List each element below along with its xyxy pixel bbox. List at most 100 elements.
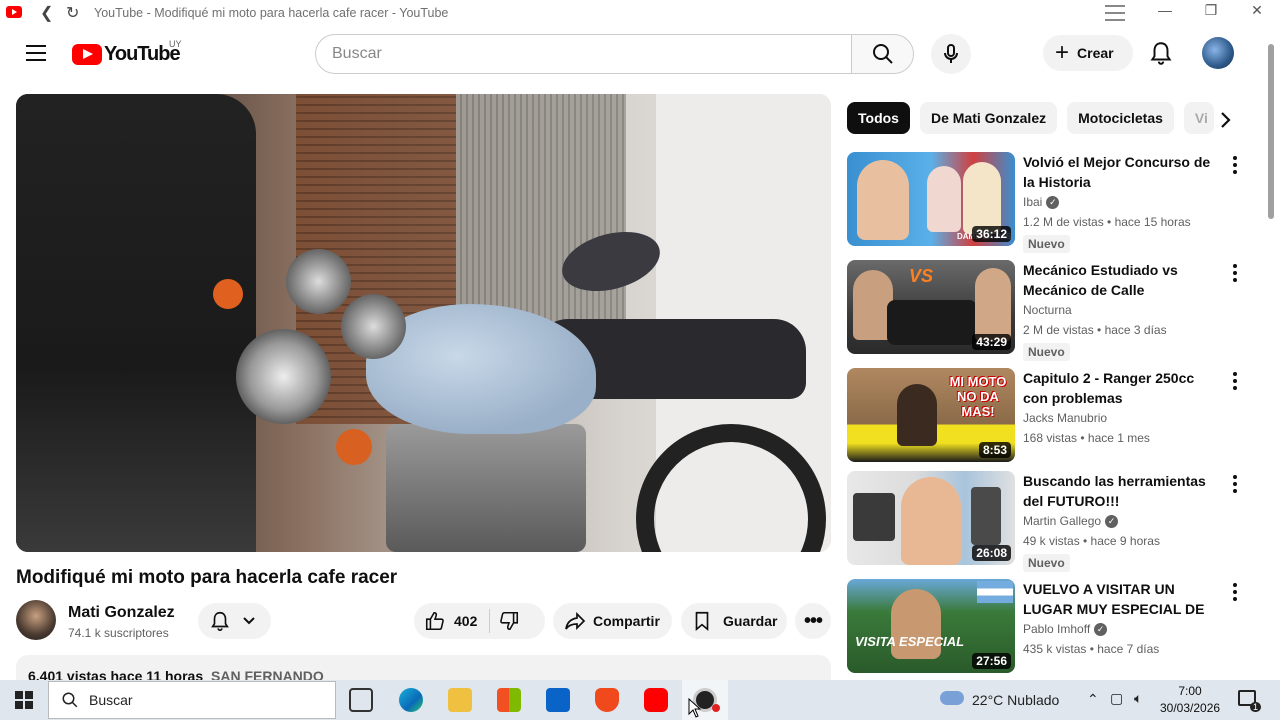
recording-dot-icon: [712, 704, 720, 712]
share-button[interactable]: Compartir: [553, 603, 672, 639]
more-vert-icon[interactable]: [1233, 583, 1237, 601]
channel-name[interactable]: Mati Gonzalez: [68, 604, 175, 622]
search-input[interactable]: Buscar: [315, 34, 852, 74]
bookmark-icon: [695, 611, 709, 632]
chip-todos[interactable]: Todos: [847, 102, 910, 134]
search-placeholder: Buscar: [332, 45, 382, 62]
voice-search-button[interactable]: [931, 34, 971, 74]
more-vert-icon[interactable]: [1233, 156, 1237, 174]
recommendation-item[interactable]: DAME LA PAS 36:12 Volvió el Mejor Concur…: [847, 152, 1242, 253]
youtube-logo[interactable]: YouTube: [72, 43, 181, 66]
recommendation-meta: 1.2 M de vistas • hace 15 horas: [1023, 215, 1191, 229]
thumbnail-text: VISITA ESPECIAL: [855, 634, 965, 649]
video-thumbnail[interactable]: VS 43:29: [847, 260, 1015, 354]
channel-label: Jacks Manubrio: [1023, 411, 1108, 425]
recommendation-meta: 49 k vistas • hace 9 horas: [1023, 534, 1160, 548]
share-arrow-icon: [565, 611, 586, 631]
video-frame-turn-signal: [213, 279, 243, 309]
create-button[interactable]: + Crear: [1043, 35, 1133, 71]
thumbnail-text: VS: [909, 266, 934, 286]
more-vert-icon[interactable]: [1233, 372, 1237, 390]
brave-browser-icon[interactable]: [595, 688, 619, 712]
youtube-logo-icon: [72, 44, 102, 65]
recommendation-title[interactable]: Volvió el Mejor Concurso de la Historia: [1023, 152, 1221, 192]
close-icon[interactable]: ✕: [1242, 2, 1272, 19]
recommendation-item[interactable]: 26:08 Buscando las herramientas del FUTU…: [847, 471, 1242, 572]
share-label: Compartir: [593, 613, 660, 629]
chevron-right-icon[interactable]: [1213, 108, 1237, 132]
verified-check-icon: ✓: [1105, 514, 1119, 528]
subscription-bell-button[interactable]: [198, 603, 271, 639]
back-arrow-icon[interactable]: ❮: [40, 3, 53, 23]
notifications-bell-icon[interactable]: [1148, 40, 1174, 66]
video-frame-engine: [386, 424, 586, 552]
file-explorer-icon[interactable]: [448, 688, 472, 712]
create-label: Crear: [1077, 45, 1114, 61]
channel-label: Pablo Imhoff: [1023, 622, 1091, 636]
save-button[interactable]: Guardar: [681, 603, 787, 639]
network-icon[interactable]: ▢: [1110, 690, 1123, 707]
video-frame-gauge: [286, 249, 351, 314]
video-title: Modifiqué mi moto para hacerla cafe race…: [16, 567, 398, 588]
windows-start-icon[interactable]: [15, 691, 33, 709]
recommendation-channel[interactable]: Pablo Imhoff ✓: [1023, 622, 1108, 636]
video-thumbnail[interactable]: MI MOTO NO DA MAS! 8:53: [847, 368, 1015, 462]
more-vert-icon[interactable]: [1233, 475, 1237, 493]
recommendation-item[interactable]: VISITA ESPECIAL 27:56 VUELVO A VISITAR U…: [847, 579, 1242, 674]
thumbs-down-icon[interactable]: [498, 610, 520, 632]
channel-avatar[interactable]: [16, 600, 56, 640]
recommendation-meta: 168 vistas • hace 1 mes: [1023, 431, 1150, 445]
new-badge: Nuevo: [1023, 235, 1070, 253]
recommendation-channel[interactable]: Martin Gallego ✓: [1023, 514, 1119, 528]
thumbnail-text: MI MOTO NO DA MAS!: [949, 374, 1007, 419]
save-label: Guardar: [723, 613, 778, 629]
guide-menu-icon[interactable]: [26, 45, 46, 61]
browser-menu-icon[interactable]: [1105, 5, 1125, 21]
recommendation-title[interactable]: Capitulo 2 - Ranger 250cc con problemas: [1023, 368, 1221, 408]
restore-icon[interactable]: ❐: [1196, 2, 1226, 19]
chip-partial[interactable]: Vi: [1183, 102, 1214, 134]
video-thumbnail[interactable]: VISITA ESPECIAL 27:56: [847, 579, 1015, 673]
recommendation-item[interactable]: MI MOTO NO DA MAS! 8:53 Capitulo 2 - Ran…: [847, 368, 1242, 463]
new-badge: Nuevo: [1023, 343, 1070, 361]
plus-icon: +: [1055, 39, 1070, 66]
notification-count-badge: 1: [1250, 702, 1262, 712]
video-player[interactable]: [16, 94, 831, 552]
taskbar-clock[interactable]: 7:00 30/03/2026: [1160, 683, 1220, 717]
weather-text[interactable]: 22°C Nublado: [972, 692, 1059, 708]
recommendation-item[interactable]: VS 43:29 Mecánico Estudiado vs Mecánico …: [847, 260, 1242, 361]
scrollbar-thumb[interactable]: [1268, 44, 1274, 219]
more-actions-button[interactable]: •••: [795, 603, 831, 639]
recommendation-title[interactable]: Buscando las herramientas del FUTURO!!!: [1023, 471, 1221, 511]
like-button[interactable]: 402: [424, 610, 477, 632]
recommendation-channel[interactable]: Ibai ✓: [1023, 195, 1060, 209]
youtube-header: YouTube UY Buscar + Crear: [0, 26, 1280, 82]
chevron-up-icon[interactable]: ⌃: [1087, 691, 1099, 708]
youtube-taskbar-icon[interactable]: [644, 688, 668, 712]
account-avatar[interactable]: [1202, 37, 1234, 69]
microphone-icon: [944, 44, 958, 63]
new-badge: Nuevo: [1023, 554, 1070, 572]
recommendation-title[interactable]: VUELVO A VISITAR UN LUGAR MUY ESPECIAL D…: [1023, 579, 1221, 619]
outlook-icon[interactable]: [546, 688, 570, 712]
recommendation-channel[interactable]: Jacks Manubrio: [1023, 411, 1107, 425]
recommendation-title[interactable]: Mecánico Estudiado vs Mecánico de Calle: [1023, 260, 1221, 300]
minimize-icon[interactable]: —: [1150, 2, 1180, 18]
recommendation-channel[interactable]: Nocturna: [1023, 303, 1072, 317]
volume-icon[interactable]: 🔈︎: [1134, 690, 1142, 707]
edge-browser-icon[interactable]: [399, 688, 423, 712]
chevron-down-icon: [243, 617, 255, 625]
channel-label: Ibai: [1023, 195, 1043, 209]
video-thumbnail[interactable]: 26:08: [847, 471, 1015, 565]
more-horizontal-icon: •••: [803, 609, 823, 632]
more-vert-icon[interactable]: [1233, 264, 1237, 282]
search-button[interactable]: [851, 34, 914, 74]
video-thumbnail[interactable]: DAME LA PAS 36:12: [847, 152, 1015, 246]
chip-channel[interactable]: De Mati Gonzalez: [919, 102, 1058, 134]
page-scrollbar[interactable]: [1266, 44, 1276, 676]
chip-motocicletas[interactable]: Motocicletas: [1067, 102, 1174, 134]
reload-icon[interactable]: ↻: [66, 3, 79, 23]
task-view-icon[interactable]: [349, 688, 373, 712]
microsoft-store-icon[interactable]: [497, 688, 521, 712]
taskbar-search-box[interactable]: Buscar: [48, 681, 336, 719]
